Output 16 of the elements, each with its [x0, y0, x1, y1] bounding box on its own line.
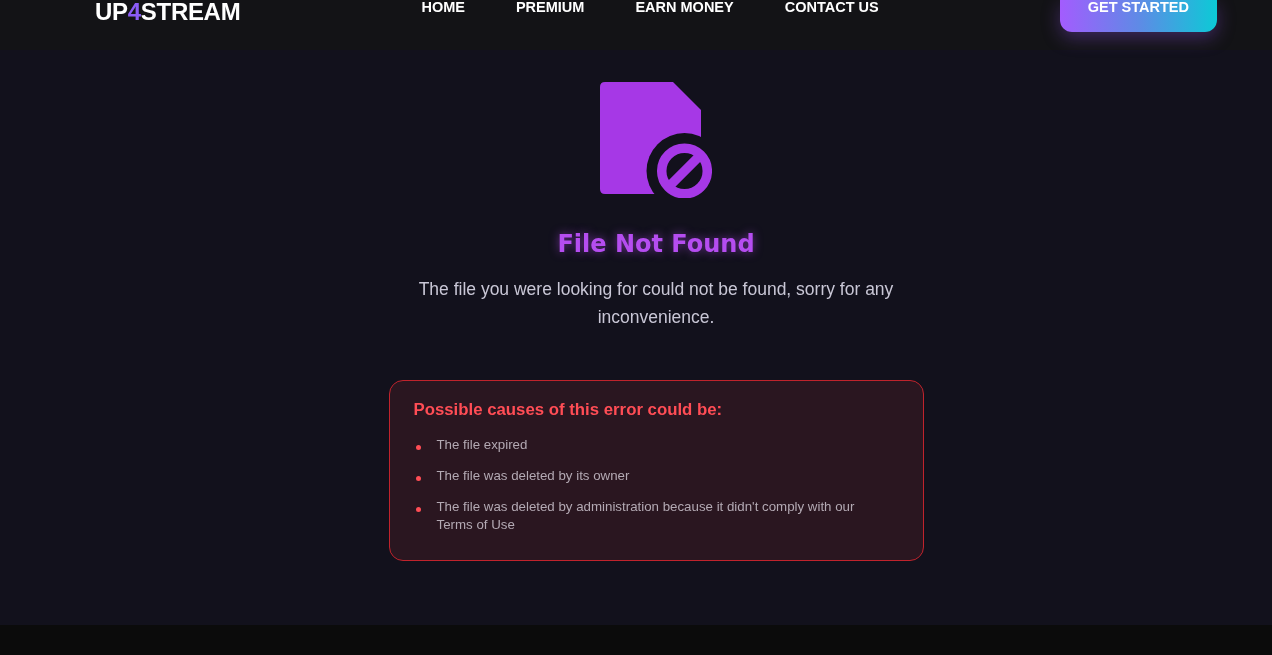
error-message: The file you were looking for could not be found, sorry for any inconvenience. — [417, 278, 895, 329]
causes-heading: Possible causes of this error could be: — [413, 399, 724, 421]
cause-item: The file was deleted by administration because it didn't comply with our Terms of Use — [436, 498, 856, 534]
nav-link[interactable]: CONTACT US — [784, 0, 879, 15]
bullet-icon — [415, 445, 421, 450]
nav-link[interactable]: PREMIUM — [515, 0, 585, 15]
bullet-icon — [415, 507, 421, 512]
get-started-button[interactable]: GET STARTED — [1059, 0, 1217, 32]
error-title: File Not Found — [557, 229, 755, 259]
file-blocked-icon — [600, 82, 712, 198]
bullet-icon — [415, 476, 421, 481]
nav-link[interactable]: HOME — [421, 0, 465, 15]
cause-item: The file was deleted by its owner — [436, 467, 630, 485]
logo[interactable]: UP4STREAM — [95, 0, 241, 22]
nav-link[interactable]: EARN MONEY — [635, 0, 734, 15]
cause-item: The file expired — [436, 436, 528, 454]
